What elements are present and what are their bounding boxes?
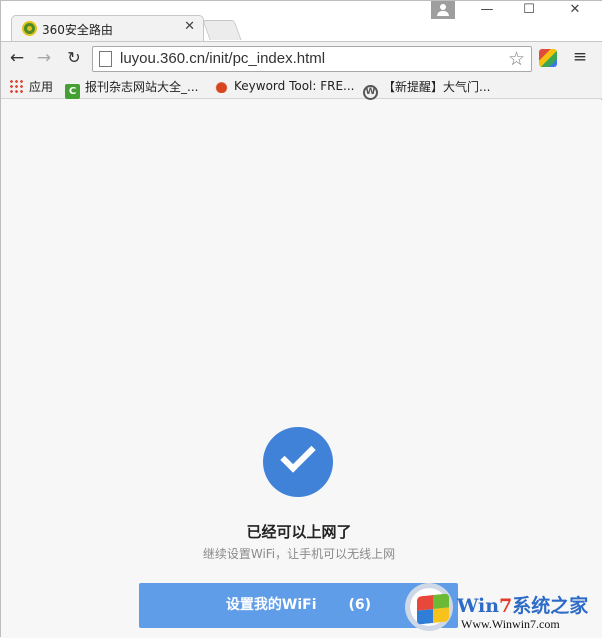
watermark-brand: Win7系统之家 — [457, 595, 589, 617]
browser-window: 360安全路由 ✕ — ☐ ✕ ← → ↻ luyou.360.cn/init/… — [0, 0, 602, 638]
reload-button[interactable]: ↻ — [64, 48, 84, 68]
bookmark-label: 报刊杂志网站大全_... — [85, 80, 199, 94]
page-content: 已经可以上网了 继续设置WiFi，让手机可以无线上网 设置我的WiFi (6) — [1, 100, 602, 638]
bookmark-keyword-tool[interactable]: Keyword Tool: FRE... — [214, 78, 355, 96]
status-subtitle: 继续设置WiFi，让手机可以无线上网 — [202, 547, 396, 561]
tab-title: 360安全路由 — [42, 23, 113, 37]
bookmark-reminder[interactable]: W 【新提醒】大气门... — [363, 78, 491, 100]
bookmark-star-icon[interactable]: ☆ — [508, 48, 525, 70]
fire-icon — [214, 78, 229, 93]
windows-flag-icon — [417, 593, 449, 625]
browser-toolbar: ← → ↻ luyou.360.cn/init/pc_index.html ☆ … — [1, 41, 602, 74]
minimize-button[interactable]: — — [467, 1, 507, 21]
forward-button[interactable]: → — [34, 48, 54, 68]
wordpress-icon: W — [363, 85, 378, 100]
checkmark-icon — [280, 437, 316, 473]
watermark-url: Www.Winwin7.com — [461, 617, 560, 631]
extension-icon[interactable] — [539, 49, 557, 67]
setup-wifi-label: 设置我的WiFi — [225, 597, 317, 613]
countdown: (6) — [348, 597, 372, 613]
page-icon — [99, 51, 112, 67]
back-button[interactable]: ← — [7, 48, 27, 68]
menu-icon[interactable]: ≡ — [571, 47, 589, 67]
apps-icon — [9, 79, 24, 94]
tab-close-button[interactable]: ✕ — [184, 19, 195, 34]
bookmarks-bar: 应用 C 报刊杂志网站大全_... Keyword Tool: FRE... W 【… — [1, 74, 602, 100]
watermark: Win7系统之家 Www.Winwin7.com — [401, 579, 601, 637]
maximize-button[interactable]: ☐ — [509, 1, 549, 21]
status-title: 已经可以上网了 — [246, 523, 352, 541]
windows-logo-icon — [405, 583, 453, 631]
bookmark-label: Keyword Tool: FRE... — [234, 79, 355, 93]
browser-tab[interactable]: 360安全路由 ✕ — [11, 15, 204, 42]
url-text[interactable]: luyou.360.cn/init/pc_index.html — [120, 50, 325, 67]
profile-icon[interactable] — [431, 1, 455, 19]
success-check-icon — [263, 427, 333, 497]
bookmark-green-icon: C — [65, 84, 80, 99]
address-bar[interactable]: luyou.360.cn/init/pc_index.html ☆ — [92, 46, 532, 72]
new-tab-button[interactable] — [202, 20, 242, 40]
bookmark-label: 【新提醒】大气门... — [383, 80, 491, 94]
bookmark-apps[interactable]: 应用 — [9, 78, 53, 96]
close-window-button[interactable]: ✕ — [555, 1, 595, 21]
bookmark-magazines[interactable]: C 报刊杂志网站大全_... — [65, 78, 199, 99]
bookmark-label: 应用 — [29, 80, 54, 94]
router-360-icon — [22, 21, 37, 36]
tab-strip: 360安全路由 ✕ — ☐ ✕ — [1, 1, 602, 42]
